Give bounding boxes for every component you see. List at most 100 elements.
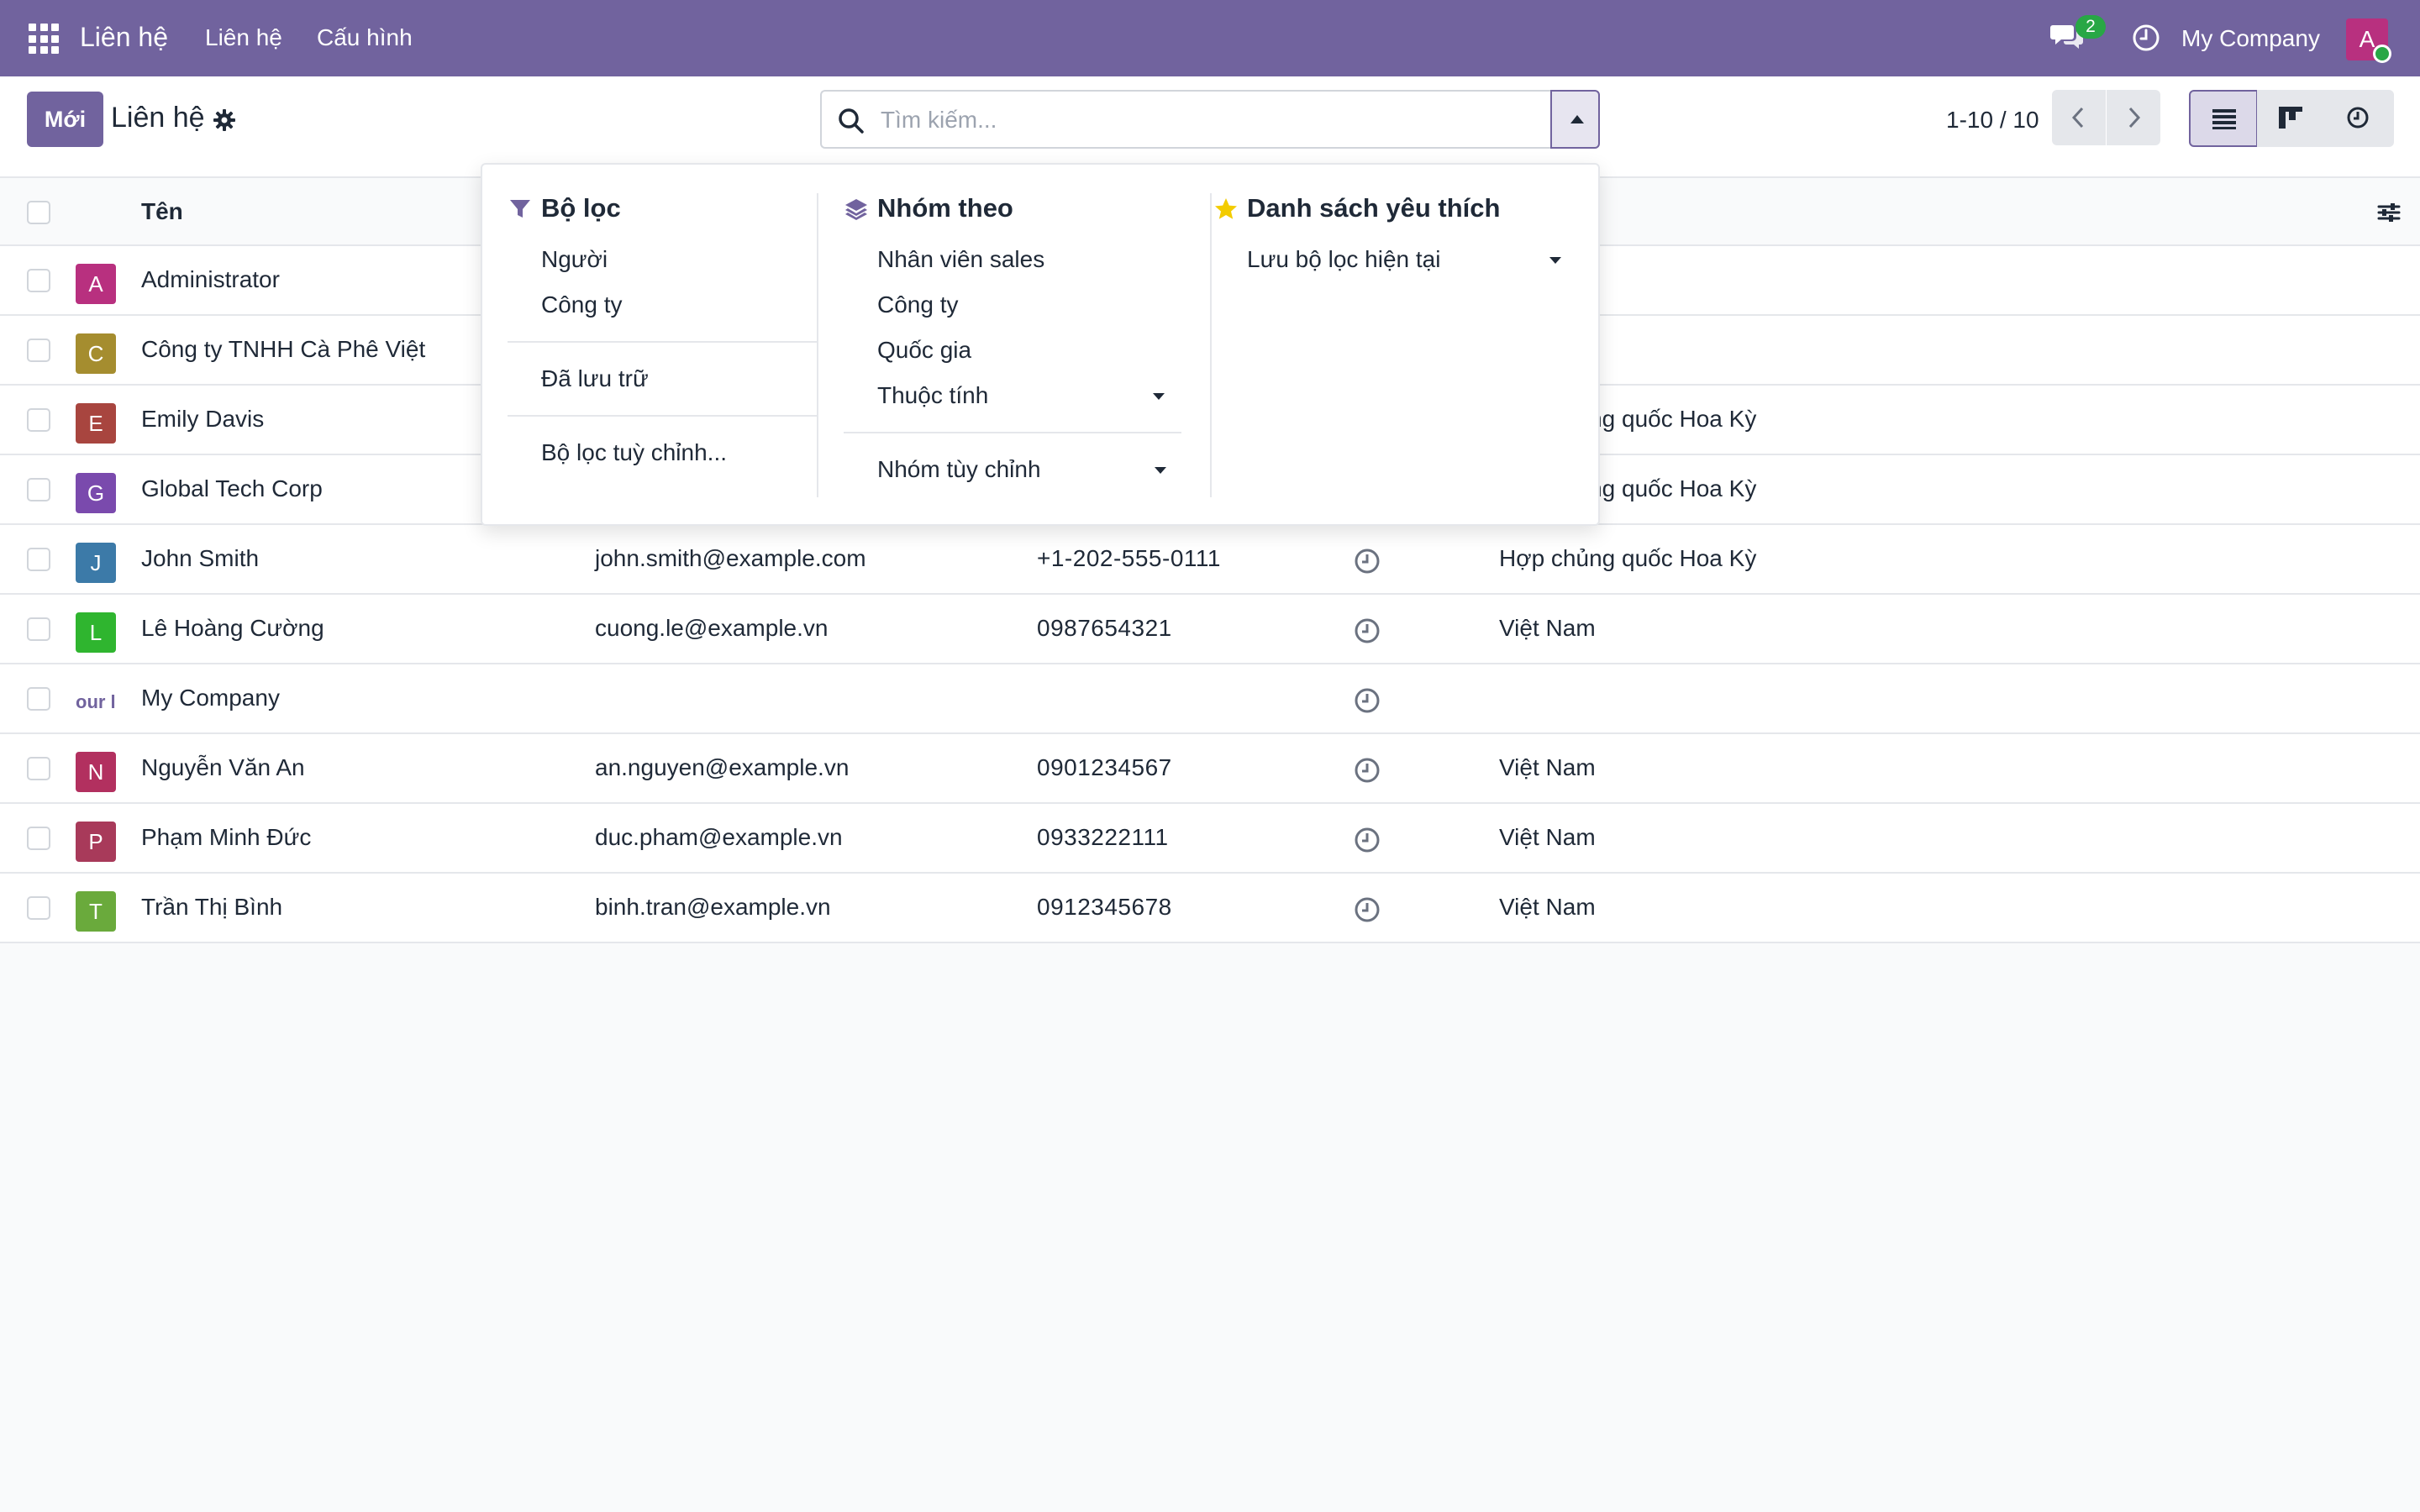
contact-avatar: G [76,473,116,513]
filter-individuals[interactable]: Người [508,237,818,282]
table-row[interactable]: L Lê Hoàng Cường cuong.le@example.vn 098765… [0,595,2420,664]
contact-name: Công ty TNHH Cà Phê Việt [141,336,426,362]
kanban-view-button[interactable] [2257,90,2326,147]
contact-phone: 0901234567 [1037,754,1172,780]
add-custom-filter[interactable]: Bộ lọc tuỳ chỉnh... [508,430,818,475]
groupby-section: Nhóm theo Nhân viên sales Công ty Quốc g… [844,193,1181,492]
groupby-properties-label: Thuộc tính [877,382,989,408]
contact-avatar: C [76,333,116,374]
contact-phone: 0912345678 [1037,894,1172,920]
page-title: Liên hệ [111,102,205,134]
activity-clock-icon[interactable] [1353,895,1381,924]
filters-header: Bộ lọc [508,193,818,227]
row-checkbox[interactable] [27,757,50,780]
row-checkbox[interactable] [27,478,50,501]
select-all-checkbox[interactable] [27,201,50,224]
table-row[interactable]: T Trần Thị Bình binh.tran@example.vn 091234… [0,874,2420,943]
menu-configuration[interactable]: Cấu hình [317,24,413,51]
contact-avatar: our l [76,682,116,722]
menu-contacts[interactable]: Liên hệ [205,24,282,51]
contact-name: My Company [141,685,280,711]
groupby-title: Nhóm theo [877,193,1013,223]
activity-clock-icon[interactable] [1353,686,1381,715]
activity-clock-icon[interactable] [1353,826,1381,854]
row-checkbox[interactable] [27,687,50,711]
optional-columns-icon[interactable] [2376,200,2402,225]
gear-icon[interactable] [213,108,236,132]
save-current-search-label: Lưu bộ lọc hiện tại [1247,246,1441,272]
row-checkbox[interactable] [27,827,50,850]
activity-clock-icon[interactable] [1353,617,1381,645]
contact-phone: 0987654321 [1037,615,1172,641]
contact-name: John Smith [141,545,260,571]
contact-country: Việt Nam [1499,754,1596,780]
row-checkbox[interactable] [27,269,50,292]
groupby-country[interactable]: Quốc gia [844,328,1181,373]
row-checkbox[interactable] [27,896,50,920]
activity-clock-icon[interactable] [1353,756,1381,785]
search-box [820,90,1551,149]
groupby-custom-label: Nhóm tùy chỉnh [877,456,1041,482]
row-checkbox[interactable] [27,339,50,362]
contact-email: cuong.le@example.vn [595,615,829,641]
filters-title: Bộ lọc [541,193,621,223]
top-navbar: Liên hệ Liên hệ Cấu hình 2 My Company A [0,0,2420,76]
contact-name: Emily Davis [141,406,265,432]
contact-country: Việt Nam [1499,894,1596,920]
caret-down-icon [1155,467,1166,474]
favorites-section: Danh sách yêu thích Lưu bộ lọc hiện tại [1213,193,1575,282]
contact-avatar: L [76,612,116,653]
activity-view-button[interactable] [2325,90,2394,147]
contact-avatar: A [76,264,116,304]
list-view-button[interactable] [2189,90,2258,147]
pager-next-button[interactable] [2107,90,2160,145]
caret-down-icon [1549,257,1561,264]
contact-name: Nguyễn Văn An [141,754,305,780]
contact-phone: +1-202-555-0111 [1037,545,1221,571]
groupby-company[interactable]: Công ty [844,282,1181,328]
groupby-custom-select[interactable]: Nhóm tùy chỉnh [844,447,1181,492]
divider [508,415,818,417]
divider [844,432,1181,433]
pager-previous-button[interactable] [2052,90,2106,145]
app-brand[interactable]: Liên hệ [80,22,168,53]
activity-clock-icon[interactable] [1353,547,1381,575]
contact-email: binh.tran@example.vn [595,894,831,920]
search-options-toggle[interactable] [1550,90,1600,149]
chevron-right-icon [2128,107,2141,129]
contact-avatar: P [76,822,116,862]
save-current-search[interactable]: Lưu bộ lọc hiện tại [1213,237,1575,282]
contact-country: Hợp chủng quốc Hoa Kỳ [1499,545,1757,571]
search-panel-dropdown: Bộ lọc Người Công ty Đã lưu trữ Bộ lọc t… [481,163,1600,526]
column-header-name[interactable]: Tên [141,198,183,225]
column-divider [1210,193,1212,497]
row-checkbox[interactable] [27,548,50,571]
clock-icon [2347,107,2369,129]
star-icon [1215,198,1237,219]
contact-email: an.nguyen@example.vn [595,754,850,780]
apps-menu-icon[interactable] [29,24,59,54]
row-checkbox[interactable] [27,617,50,641]
filter-companies[interactable]: Công ty [508,282,818,328]
contact-name: Administrator [141,266,280,292]
groupby-properties-select[interactable]: Thuộc tính [844,373,1181,418]
contact-email: john.smith@example.com [595,545,866,571]
new-button[interactable]: Mới [27,92,103,147]
company-switcher[interactable]: My Company [2181,25,2320,52]
table-row[interactable]: J John Smith john.smith@example.com +1-202-… [0,525,2420,595]
table-row[interactable]: P Phạm Minh Đức duc.pham@example.vn 0933222… [0,804,2420,874]
contact-avatar: J [76,543,116,583]
caret-down-icon [1153,393,1165,400]
row-checkbox[interactable] [27,408,50,432]
search-icon [839,108,864,134]
table-row[interactable]: our l My Company [0,664,2420,734]
contact-avatar: E [76,403,116,444]
activity-clock-icon[interactable] [2131,23,2161,53]
search-input[interactable] [881,102,1536,139]
chevron-left-icon [2071,107,2084,129]
table-row[interactable]: N Nguyễn Văn An an.nguyen@example.vn 090123… [0,734,2420,804]
pager-value[interactable]: 1-10 / 10 [1946,107,2039,134]
groupby-salesperson[interactable]: Nhân viên sales [844,237,1181,282]
filter-archived[interactable]: Đã lưu trữ [508,356,818,402]
contact-name: Phạm Minh Đức [141,824,312,850]
